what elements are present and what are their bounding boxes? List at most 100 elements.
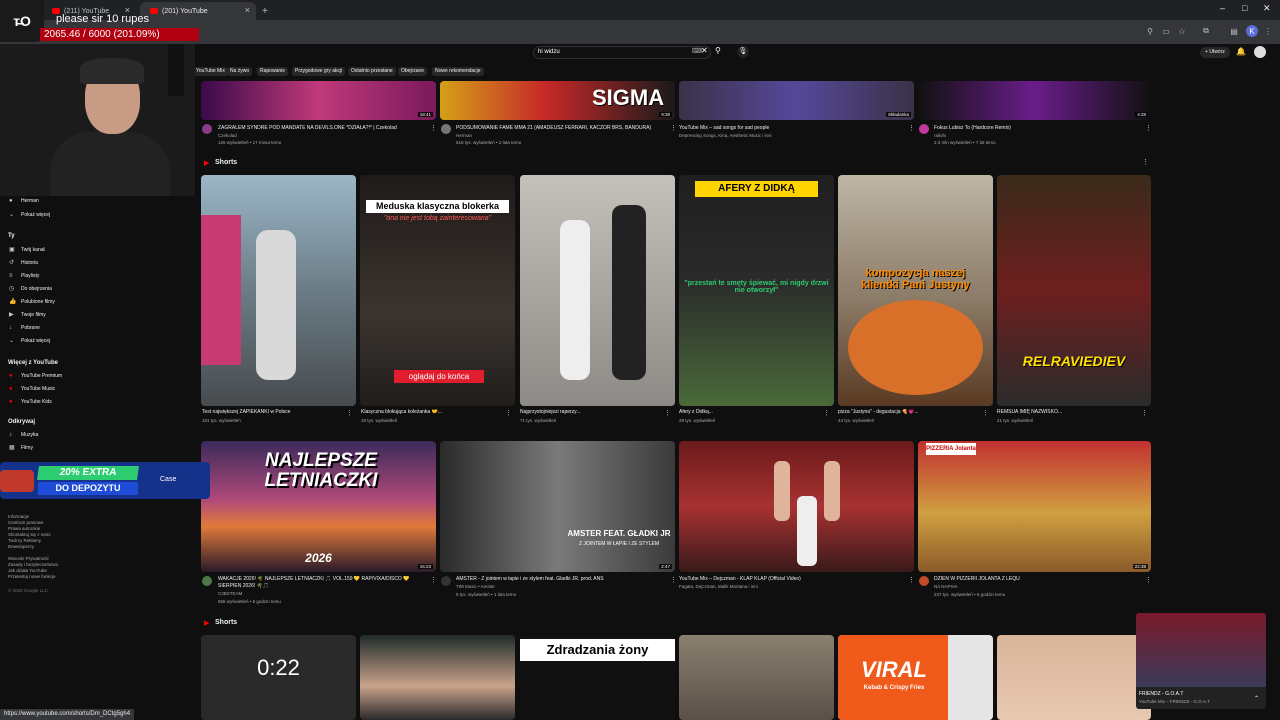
- casino-ad-overlay[interactable]: 20% EXTRA DO DEPOZYTU Case: [0, 462, 210, 499]
- mini-player-video[interactable]: [1136, 613, 1266, 687]
- more-options-icon[interactable]: ⋮: [1145, 576, 1152, 584]
- footer-link[interactable]: Skontaktuj się z nami: [8, 532, 51, 537]
- video-thumbnail[interactable]: NAJLEPSZE LETNIACZKI 2026 16:23: [201, 441, 436, 572]
- sidebar-item-show-more[interactable]: ⌄ Pokaż więcej: [9, 212, 50, 218]
- short-thumbnail[interactable]: Zdradzania żony: [520, 635, 675, 720]
- footer-link[interactable]: Informacje: [8, 514, 29, 519]
- footer-link[interactable]: Zasady i bezpieczeństwo: [8, 562, 58, 567]
- footer-link[interactable]: Prawa autorskie: [8, 526, 40, 531]
- channel-name[interactable]: Herman: [456, 133, 656, 138]
- short-thumbnail[interactable]: [997, 635, 1151, 720]
- create-button[interactable]: + Utwórz: [1200, 47, 1230, 58]
- profile-avatar-icon[interactable]: K: [1246, 25, 1258, 37]
- more-options-icon[interactable]: ⋮: [346, 409, 353, 417]
- video-title[interactable]: YouTube Mix – Dejczman - KLAP KLAP (Offi…: [679, 576, 901, 582]
- short-thumbnail[interactable]: 0:22: [201, 635, 356, 720]
- browser-menu-icon[interactable]: ⋮: [1262, 25, 1274, 37]
- mini-player[interactable]: FRIENDZ - G.O.A.T YouTube Mix – FRIENDZ …: [1136, 613, 1266, 709]
- video-title[interactable]: WAKACJE 2026! 🌴 NAJLEPSZE LETNIACZKI 🎵 V…: [218, 576, 430, 582]
- footer-link[interactable]: Centrum prasowe: [8, 520, 44, 525]
- sidebar-item-your-videos[interactable]: ▶ Twoje filmy: [9, 312, 46, 318]
- video-thumbnail[interactable]: Składanka: [679, 81, 914, 120]
- video-thumbnail[interactable]: [679, 441, 914, 572]
- channel-name[interactable]: NA NAPSIA: [934, 584, 1134, 589]
- short-thumbnail[interactable]: [520, 175, 675, 406]
- short-title[interactable]: Najprzystojniejszi raperzy...: [520, 409, 660, 415]
- channel-name[interactable]: railofx: [934, 133, 1134, 138]
- sidebar-icon[interactable]: ▤: [1228, 25, 1240, 37]
- more-options-icon[interactable]: ⋮: [430, 124, 437, 132]
- microphone-icon[interactable]: 🎙: [737, 46, 749, 58]
- footer-link[interactable]: Deweloperzy: [8, 544, 34, 549]
- short-thumbnail[interactable]: RELRAVIEDIEV: [997, 175, 1151, 406]
- account-avatar[interactable]: [1254, 46, 1266, 58]
- short-title[interactable]: pizza "Justyna" - degustacja 🍕💗...: [838, 409, 978, 415]
- sidebar-item-history[interactable]: ↺ Historia: [9, 260, 38, 266]
- video-thumbnail[interactable]: 18:41: [201, 81, 436, 120]
- more-options-icon[interactable]: ⋮: [908, 124, 915, 132]
- footer-link[interactable]: Przetestuj nowe funkcje: [8, 574, 56, 579]
- cast-icon[interactable]: ▭: [1160, 25, 1172, 37]
- channel-name[interactable]: TIM Music • Amster: [456, 584, 656, 589]
- channel-avatar[interactable]: [441, 576, 451, 586]
- more-options-icon[interactable]: ⋮: [430, 576, 437, 584]
- more-options-icon[interactable]: ⋮: [670, 124, 677, 132]
- short-title[interactable]: Klasyczna blokująca koleżanka 🤝...: [361, 409, 501, 415]
- channel-name[interactable]: C3BSTEAM: [218, 591, 418, 596]
- more-options-icon[interactable]: ⋮: [1145, 124, 1152, 132]
- video-thumbnail[interactable]: PIZZERIA Jolanta 22:38: [918, 441, 1151, 572]
- maximize-icon[interactable]: □: [1242, 3, 1247, 13]
- chip-przygodowe[interactable]: Przygodowe gry akcji: [292, 67, 346, 76]
- video-title[interactable]: AMSTER - Z jointem w łapie i ze stylem f…: [456, 576, 668, 582]
- channel-name[interactable]: Fagata, Dejczman, Malik Montana i inni: [679, 584, 901, 589]
- close-window-icon[interactable]: ✕: [1263, 3, 1271, 14]
- video-title[interactable]: YouTube Mix – sad songs for sad people: [679, 125, 901, 131]
- chip-na-zywo[interactable]: Na żywo: [227, 67, 253, 76]
- sidebar-item-music[interactable]: ● YouTube Music: [9, 386, 55, 392]
- short-title[interactable]: Test największej ZAPIEKANKI w Polsce: [202, 409, 342, 415]
- more-options-icon[interactable]: ⋮: [1141, 409, 1148, 417]
- more-options-icon[interactable]: ⋮: [670, 576, 677, 584]
- new-tab-button[interactable]: +: [258, 2, 274, 20]
- more-options-icon[interactable]: ⋮: [1142, 158, 1149, 166]
- footer-link[interactable]: Jak działa YouTube: [8, 568, 47, 573]
- clear-search-icon[interactable]: ✕: [701, 46, 708, 55]
- short-title[interactable]: Afery z Didką...: [679, 409, 819, 415]
- channel-name[interactable]: Depressing Songs, Kina, Aesthetic Music …: [679, 133, 901, 138]
- short-thumbnail[interactable]: AFERY Z DIDKĄ "przestań te smęty śpiewać…: [679, 175, 834, 406]
- more-options-icon[interactable]: ⋮: [505, 409, 512, 417]
- sidebar-item-movies[interactable]: ▦ Filmy: [9, 445, 33, 451]
- video-thumbnail[interactable]: SIGMA 9:38: [440, 81, 675, 120]
- channel-avatar[interactable]: [441, 124, 451, 134]
- chip-nowe[interactable]: Nowe rekomendacje: [432, 67, 484, 76]
- bookmark-star-icon[interactable]: ☆: [1176, 25, 1188, 37]
- search-lens-icon[interactable]: ⚲: [1144, 25, 1156, 37]
- more-options-icon[interactable]: ⋮: [908, 576, 915, 584]
- short-thumbnail[interactable]: [679, 635, 834, 720]
- more-options-icon[interactable]: ⋮: [823, 409, 830, 417]
- video-thumbnail[interactable]: 4:28: [918, 81, 1151, 120]
- channel-avatar[interactable]: [919, 576, 929, 586]
- channel-avatar[interactable]: [202, 124, 212, 134]
- short-thumbnail[interactable]: VIRAL Kebab & Crispy Fries: [838, 635, 993, 720]
- sidebar-item-premium[interactable]: ● YouTube Premium: [9, 373, 62, 379]
- minimize-icon[interactable]: –: [1220, 3, 1225, 13]
- sidebar-item-your-channel[interactable]: ▣ Twój kanał: [9, 247, 45, 253]
- close-tab-icon[interactable]: ×: [245, 5, 250, 15]
- sidebar-item-downloads[interactable]: ↓ Pobrane: [9, 325, 40, 331]
- short-title[interactable]: REMSUA IMIĘ NAZWISKO...: [997, 409, 1137, 415]
- video-title[interactable]: ZAGRALEM SYNDRE POD MANDATE NA DEVILS.ON…: [218, 125, 428, 131]
- sidebar-item-playlists[interactable]: ≡ Playlisty: [9, 273, 39, 279]
- sidebar-item-liked[interactable]: 👍 Polubione filmy: [9, 299, 55, 305]
- sidebar-item-herman[interactable]: ● Herman: [9, 198, 39, 204]
- footer-link[interactable]: Warunki Prywatność: [8, 556, 49, 561]
- sidebar-item-show-more[interactable]: ⌄ Pokaż więcej: [9, 338, 50, 344]
- sidebar-item-kids[interactable]: ● YouTube Kids: [9, 399, 52, 405]
- short-thumbnail[interactable]: [360, 635, 515, 720]
- chip-youtube-mix[interactable]: YouTube Mix: [193, 67, 228, 76]
- sidebar-item-watch-later[interactable]: ◷ Do obejrzenia: [9, 286, 52, 292]
- channel-avatar[interactable]: [919, 124, 929, 134]
- chip-rapowanie[interactable]: Rapowanie: [257, 67, 289, 76]
- expand-icon[interactable]: ⌃: [1254, 695, 1259, 702]
- short-thumbnail[interactable]: Meduska klasyczna blokerka "ona nie jest…: [360, 175, 515, 406]
